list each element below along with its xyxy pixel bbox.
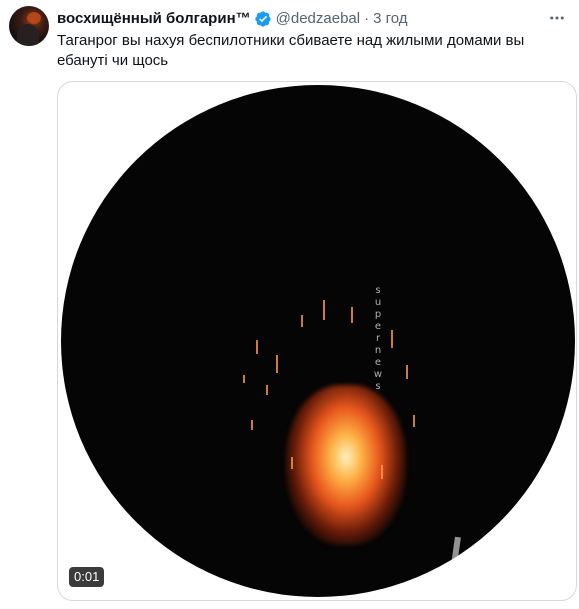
avatar-highlight (27, 12, 41, 24)
author-handle[interactable]: @dedzaebal (276, 9, 360, 29)
spark (413, 415, 415, 427)
video-frame: supernews (61, 85, 575, 597)
spark (243, 375, 245, 383)
tweet-text: Таганрог вы нахуя беспилотники сбиваете … (57, 32, 525, 69)
spark (391, 330, 393, 348)
spark (301, 315, 303, 327)
avatar[interactable] (9, 6, 49, 46)
spark (276, 355, 278, 373)
light-streak (451, 536, 461, 566)
spark (406, 365, 408, 379)
video-watermark: supernews (373, 285, 383, 392)
spark (291, 457, 293, 469)
video-time-badge: 0:01 (69, 567, 105, 587)
spark (251, 420, 253, 430)
spark (381, 465, 383, 479)
more-options-icon (550, 16, 564, 20)
verified-badge-icon (254, 11, 271, 27)
spark (323, 300, 325, 320)
tweet-timestamp[interactable]: 3 год (373, 9, 407, 29)
spark (351, 307, 353, 323)
author-name[interactable]: восхищённый болгарин™ (57, 9, 251, 29)
spark (266, 385, 268, 395)
tweet[interactable]: восхищённый болгарин™ @dedzaebal · 3 год… (0, 0, 579, 609)
spark (256, 340, 258, 354)
header-separator: · (364, 10, 370, 27)
video-media[interactable]: supernews 0:01 (57, 81, 577, 601)
avatar-figure (17, 24, 39, 46)
explosion-image (286, 385, 406, 545)
tweet-header: восхищённый болгарин™ @dedzaebal · 3 год (57, 9, 408, 29)
more-options-button[interactable] (547, 8, 567, 28)
